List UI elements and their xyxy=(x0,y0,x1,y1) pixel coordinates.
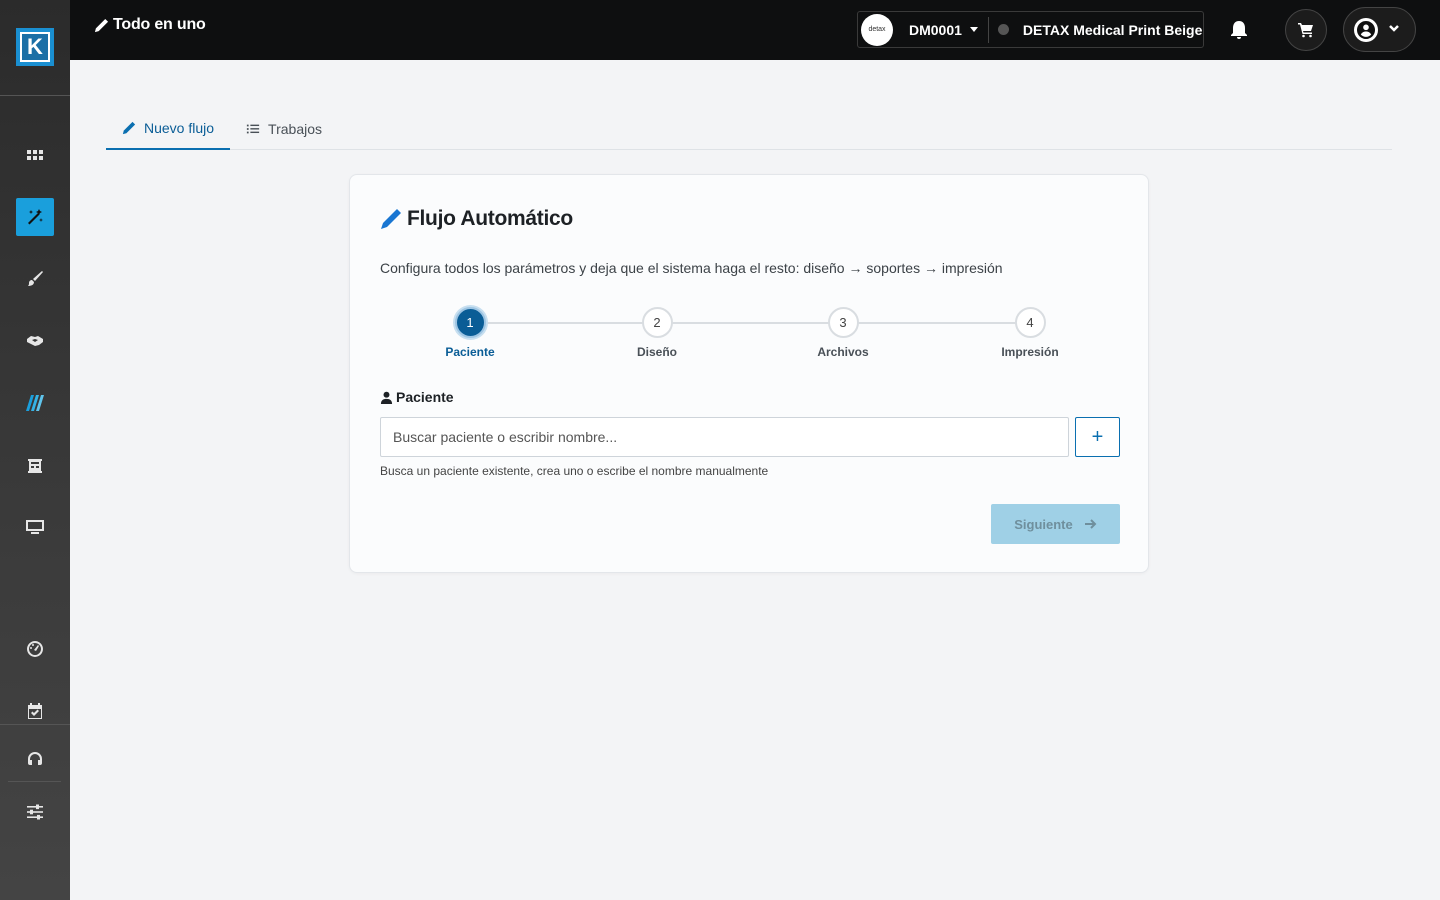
slashes-icon xyxy=(26,395,44,411)
patient-help-text: Busca un paciente existente, crea uno o … xyxy=(380,464,769,478)
notifications-button[interactable] xyxy=(1228,19,1250,46)
sidebar: K xyxy=(0,0,70,900)
sidebar-item-brush[interactable] xyxy=(16,260,54,298)
tab-label: Nuevo flujo xyxy=(144,120,215,136)
app-logo[interactable]: K xyxy=(16,28,54,66)
logo-area: K xyxy=(0,0,70,96)
printer-tray-icon xyxy=(28,459,42,473)
divider xyxy=(987,16,989,43)
page-header: Todo en uno xyxy=(94,16,206,34)
sidebar-item-slashes[interactable] xyxy=(16,384,54,422)
next-button-label: Siguiente xyxy=(1014,516,1073,532)
step-label: Paciente xyxy=(445,345,495,359)
step-number: 1 xyxy=(454,307,486,338)
add-patient-button[interactable]: + xyxy=(1075,417,1120,457)
calendar-check-icon xyxy=(28,703,42,719)
step-impresion[interactable]: 4 Impresión xyxy=(970,307,1090,359)
caret-down-icon xyxy=(969,27,978,32)
sidebar-item-apps[interactable] xyxy=(16,136,54,174)
main-content: Nuevo flujo Trabajos Flujo Automático Co… xyxy=(70,60,1440,900)
device-name: DETAX Medical Print Beige xyxy=(1022,21,1203,38)
user-circle-icon xyxy=(1357,20,1375,39)
headset-icon xyxy=(28,752,42,765)
step-number: 2 xyxy=(641,307,673,338)
patient-label: Paciente xyxy=(396,389,454,405)
device-brand-logo: detax xyxy=(861,13,893,46)
magic-wand-icon xyxy=(28,209,43,225)
cart-icon xyxy=(1298,23,1313,38)
sidebar-item-printer[interactable] xyxy=(16,446,54,484)
step-archivos[interactable]: 3 Archivos xyxy=(783,307,903,359)
monitor-icon xyxy=(26,520,44,534)
workflow-card: Flujo Automático Configura todos los par… xyxy=(349,174,1149,573)
list-icon xyxy=(246,124,260,134)
step-label: Diseño xyxy=(636,345,677,359)
sidebar-divider xyxy=(8,781,61,782)
step-number: 3 xyxy=(827,307,859,338)
step-diseno[interactable]: 2 Diseño xyxy=(597,307,717,359)
gauge-icon xyxy=(27,641,44,657)
paint-brush-icon xyxy=(28,271,43,286)
patient-field-label: Paciente xyxy=(380,389,454,405)
tab-label: Trabajos xyxy=(268,121,322,137)
tab-trabajos[interactable]: Trabajos xyxy=(230,108,338,150)
device-selector[interactable]: detax DM0001 DETAX Medical Print Beige xyxy=(857,11,1204,48)
avatar xyxy=(1354,17,1378,42)
patient-search-input[interactable] xyxy=(380,417,1069,457)
page-title: Todo en uno xyxy=(113,16,206,33)
arrow-right-icon xyxy=(1084,519,1097,529)
sliders-icon xyxy=(27,804,43,820)
topbar: Todo en uno detax DM0001 DETAX Medical P… xyxy=(70,0,1440,60)
sidebar-item-magic[interactable] xyxy=(16,198,54,236)
logo-letter: K xyxy=(20,32,50,62)
tab-nuevo-flujo[interactable]: Nuevo flujo xyxy=(106,108,231,150)
grid-icon xyxy=(27,150,43,160)
stepper: 1 Paciente 2 Diseño 3 Archivos 4 Impresi… xyxy=(380,307,1120,367)
step-paciente[interactable]: 1 Paciente xyxy=(410,307,530,359)
sidebar-divider xyxy=(0,724,70,725)
pencil-icon xyxy=(381,209,401,229)
step-label: Impresión xyxy=(1001,345,1059,359)
next-button[interactable]: Siguiente xyxy=(991,504,1120,544)
sidebar-item-gauge[interactable] xyxy=(16,630,54,668)
sidebar-item-monitor[interactable] xyxy=(16,508,54,546)
card-title: Flujo Automático xyxy=(407,207,573,230)
pencil-icon xyxy=(122,121,136,135)
step-number: 4 xyxy=(1014,307,1046,338)
step-label: Archivos xyxy=(817,345,869,359)
pencil-icon xyxy=(94,18,109,32)
sidebar-item-handshake[interactable] xyxy=(16,322,54,360)
sidebar-item-settings[interactable] xyxy=(16,793,54,831)
chevron-down-icon xyxy=(1388,21,1400,39)
status-dot xyxy=(997,24,1009,35)
card-description: Configura todos los parámetros y deja qu… xyxy=(380,260,1003,276)
user-menu-button[interactable] xyxy=(1343,7,1416,52)
tab-bar: Nuevo flujo Trabajos xyxy=(106,108,1392,150)
handshake-icon xyxy=(27,336,43,346)
sidebar-item-support[interactable] xyxy=(16,740,54,778)
bell-icon xyxy=(1231,21,1247,39)
device-id: DM0001 xyxy=(909,21,962,38)
cart-button[interactable] xyxy=(1285,9,1327,51)
user-icon xyxy=(380,391,393,404)
card-header: Flujo Automático xyxy=(380,207,573,231)
